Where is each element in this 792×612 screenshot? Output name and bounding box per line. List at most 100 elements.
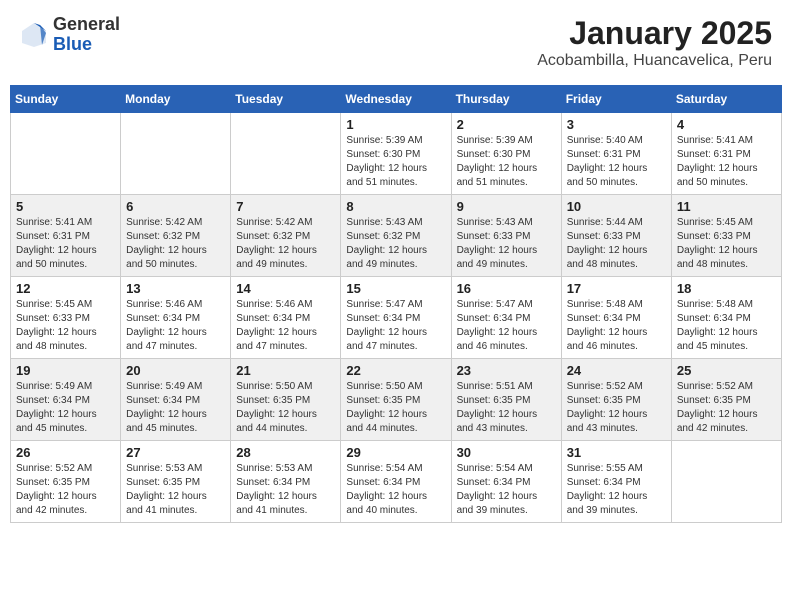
calendar-cell: [121, 113, 231, 195]
day-number: 13: [126, 281, 225, 296]
calendar-cell: 25 Sunrise: 5:52 AM Sunset: 6:35 PM Dayli…: [671, 359, 781, 441]
day-info: Sunrise: 5:44 AM Sunset: 6:33 PM Dayligh…: [567, 216, 666, 272]
day-info: Sunrise: 5:51 AM Sunset: 6:35 PM Dayligh…: [457, 380, 556, 436]
day-number: 23: [457, 363, 556, 378]
weekday-header-friday: Friday: [561, 86, 671, 113]
day-number: 27: [126, 445, 225, 460]
day-info: Sunrise: 5:53 AM Sunset: 6:35 PM Dayligh…: [126, 462, 225, 518]
day-info: Sunrise: 5:54 AM Sunset: 6:34 PM Dayligh…: [346, 462, 445, 518]
calendar-cell: 21 Sunrise: 5:50 AM Sunset: 6:35 PM Dayli…: [231, 359, 341, 441]
day-info: Sunrise: 5:47 AM Sunset: 6:34 PM Dayligh…: [457, 298, 556, 354]
day-number: 24: [567, 363, 666, 378]
day-number: 10: [567, 199, 666, 214]
calendar-cell: 17 Sunrise: 5:48 AM Sunset: 6:34 PM Dayli…: [561, 277, 671, 359]
day-info: Sunrise: 5:47 AM Sunset: 6:34 PM Dayligh…: [346, 298, 445, 354]
day-number: 11: [677, 199, 776, 214]
day-info: Sunrise: 5:41 AM Sunset: 6:31 PM Dayligh…: [677, 134, 776, 190]
day-number: 20: [126, 363, 225, 378]
day-info: Sunrise: 5:50 AM Sunset: 6:35 PM Dayligh…: [236, 380, 335, 436]
day-info: Sunrise: 5:49 AM Sunset: 6:34 PM Dayligh…: [126, 380, 225, 436]
calendar-cell: 8 Sunrise: 5:43 AM Sunset: 6:32 PM Daylig…: [341, 195, 451, 277]
title-block: January 2025 Acobambilla, Huancavelica, …: [537, 15, 772, 70]
weekday-header-saturday: Saturday: [671, 86, 781, 113]
calendar-cell: 20 Sunrise: 5:49 AM Sunset: 6:34 PM Dayli…: [121, 359, 231, 441]
calendar-cell: 12 Sunrise: 5:45 AM Sunset: 6:33 PM Dayli…: [11, 277, 121, 359]
logo-general: General: [53, 14, 120, 34]
day-number: 29: [346, 445, 445, 460]
calendar-cell: 15 Sunrise: 5:47 AM Sunset: 6:34 PM Dayli…: [341, 277, 451, 359]
day-info: Sunrise: 5:45 AM Sunset: 6:33 PM Dayligh…: [16, 298, 115, 354]
logo-text: General Blue: [53, 15, 120, 55]
calendar-cell: 6Sunrise: 5:42 AM Sunset: 6:32 PM Daylig…: [121, 195, 231, 277]
day-info: Sunrise: 5:40 AM Sunset: 6:31 PM Dayligh…: [567, 134, 666, 190]
calendar-cell: 7Sunrise: 5:42 AM Sunset: 6:32 PM Daylig…: [231, 195, 341, 277]
calendar-cell: 3Sunrise: 5:40 AM Sunset: 6:31 PM Daylig…: [561, 113, 671, 195]
day-number: 21: [236, 363, 335, 378]
day-number: 31: [567, 445, 666, 460]
day-info: Sunrise: 5:53 AM Sunset: 6:34 PM Dayligh…: [236, 462, 335, 518]
day-info: Sunrise: 5:52 AM Sunset: 6:35 PM Dayligh…: [16, 462, 115, 518]
day-number: 12: [16, 281, 115, 296]
day-info: Sunrise: 5:48 AM Sunset: 6:34 PM Dayligh…: [567, 298, 666, 354]
calendar-cell: 10 Sunrise: 5:44 AM Sunset: 6:33 PM Dayli…: [561, 195, 671, 277]
location-title: Acobambilla, Huancavelica, Peru: [537, 52, 772, 70]
day-number: 6: [126, 199, 225, 214]
day-number: 9: [457, 199, 556, 214]
calendar-cell: 27 Sunrise: 5:53 AM Sunset: 6:35 PM Dayli…: [121, 441, 231, 523]
calendar-week-row: 5 Sunrise: 5:41 AM Sunset: 6:31 PM Daylig…: [11, 195, 782, 277]
calendar-week-row: 1Sunrise: 5:39 AM Sunset: 6:30 PM Daylig…: [11, 113, 782, 195]
day-number: 14: [236, 281, 335, 296]
day-info: Sunrise: 5:46 AM Sunset: 6:34 PM Dayligh…: [126, 298, 225, 354]
day-info: Sunrise: 5:43 AM Sunset: 6:33 PM Dayligh…: [457, 216, 556, 272]
calendar-cell: 4 Sunrise: 5:41 AM Sunset: 6:31 PM Daylig…: [671, 113, 781, 195]
calendar-cell: 9 Sunrise: 5:43 AM Sunset: 6:33 PM Daylig…: [451, 195, 561, 277]
logo-blue: Blue: [53, 34, 92, 54]
calendar-cell: [11, 113, 121, 195]
day-info: Sunrise: 5:52 AM Sunset: 6:35 PM Dayligh…: [677, 380, 776, 436]
weekday-header-sunday: Sunday: [11, 86, 121, 113]
weekday-header-monday: Monday: [121, 86, 231, 113]
day-number: 22: [346, 363, 445, 378]
day-number: 15: [346, 281, 445, 296]
day-info: Sunrise: 5:46 AM Sunset: 6:34 PM Dayligh…: [236, 298, 335, 354]
calendar-cell: [231, 113, 341, 195]
day-number: 28: [236, 445, 335, 460]
calendar-cell: 2 Sunrise: 5:39 AM Sunset: 6:30 PM Daylig…: [451, 113, 561, 195]
calendar-cell: 23 Sunrise: 5:51 AM Sunset: 6:35 PM Dayli…: [451, 359, 561, 441]
calendar-cell: 26Sunrise: 5:52 AM Sunset: 6:35 PM Dayli…: [11, 441, 121, 523]
day-number: 19: [16, 363, 115, 378]
day-number: 5: [16, 199, 115, 214]
calendar-cell: 30 Sunrise: 5:54 AM Sunset: 6:34 PM Dayli…: [451, 441, 561, 523]
day-info: Sunrise: 5:48 AM Sunset: 6:34 PM Dayligh…: [677, 298, 776, 354]
calendar-cell: 29 Sunrise: 5:54 AM Sunset: 6:34 PM Dayli…: [341, 441, 451, 523]
calendar-cell: 14 Sunrise: 5:46 AM Sunset: 6:34 PM Dayli…: [231, 277, 341, 359]
day-info: Sunrise: 5:41 AM Sunset: 6:31 PM Dayligh…: [16, 216, 115, 272]
day-number: 8: [346, 199, 445, 214]
day-number: 17: [567, 281, 666, 296]
calendar-week-row: 26Sunrise: 5:52 AM Sunset: 6:35 PM Dayli…: [11, 441, 782, 523]
logo-icon: [20, 21, 48, 49]
calendar-cell: 18Sunrise: 5:48 AM Sunset: 6:34 PM Dayli…: [671, 277, 781, 359]
calendar-cell: 5 Sunrise: 5:41 AM Sunset: 6:31 PM Daylig…: [11, 195, 121, 277]
day-info: Sunrise: 5:39 AM Sunset: 6:30 PM Dayligh…: [457, 134, 556, 190]
day-number: 2: [457, 117, 556, 132]
calendar-cell: 31Sunrise: 5:55 AM Sunset: 6:34 PM Dayli…: [561, 441, 671, 523]
calendar-cell: 1Sunrise: 5:39 AM Sunset: 6:30 PM Daylig…: [341, 113, 451, 195]
day-info: Sunrise: 5:43 AM Sunset: 6:32 PM Dayligh…: [346, 216, 445, 272]
calendar-cell: 28 Sunrise: 5:53 AM Sunset: 6:34 PM Dayli…: [231, 441, 341, 523]
day-info: Sunrise: 5:54 AM Sunset: 6:34 PM Dayligh…: [457, 462, 556, 518]
calendar-cell: 13 Sunrise: 5:46 AM Sunset: 6:34 PM Dayli…: [121, 277, 231, 359]
calendar-table: SundayMondayTuesdayWednesdayThursdayFrid…: [10, 85, 782, 523]
day-number: 25: [677, 363, 776, 378]
day-info: Sunrise: 5:42 AM Sunset: 6:32 PM Dayligh…: [236, 216, 335, 272]
day-info: Sunrise: 5:52 AM Sunset: 6:35 PM Dayligh…: [567, 380, 666, 436]
day-number: 4: [677, 117, 776, 132]
day-number: 30: [457, 445, 556, 460]
month-title: January 2025: [537, 15, 772, 52]
day-info: Sunrise: 5:49 AM Sunset: 6:34 PM Dayligh…: [16, 380, 115, 436]
calendar-cell: 11Sunrise: 5:45 AM Sunset: 6:33 PM Dayli…: [671, 195, 781, 277]
weekday-header-wednesday: Wednesday: [341, 86, 451, 113]
weekday-header-row: SundayMondayTuesdayWednesdayThursdayFrid…: [11, 86, 782, 113]
calendar-cell: [671, 441, 781, 523]
day-number: 16: [457, 281, 556, 296]
